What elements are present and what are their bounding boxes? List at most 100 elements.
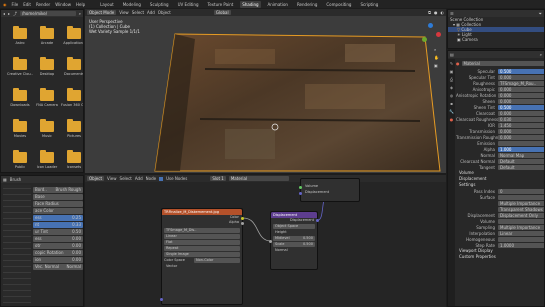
tab-uv-editing[interactable]: UV Editing bbox=[176, 1, 201, 8]
material-tab-icon[interactable]: ● bbox=[450, 117, 454, 122]
displacement-node[interactable]: Displacement Displacement Object Space H… bbox=[269, 211, 319, 270]
properties-search-icon[interactable]: ⌕ bbox=[540, 52, 542, 57]
menu-edit[interactable]: Edit bbox=[23, 2, 31, 7]
tab-texture-paint[interactable]: Texture Paint bbox=[205, 1, 235, 8]
outliner-icon[interactable]: ☰ bbox=[450, 11, 454, 16]
folder-icon[interactable] bbox=[67, 57, 81, 70]
pan-hand-icon[interactable]: ✋ bbox=[434, 55, 439, 60]
tab-shading[interactable]: Shading bbox=[240, 0, 261, 8]
tab-rendering[interactable]: Rendering bbox=[295, 1, 319, 8]
left-prop-row[interactable]: Vec. Normal Normal bbox=[33, 263, 83, 270]
left-prop-row[interactable]: nt 0.33 bbox=[33, 221, 83, 228]
property-value-field[interactable]: 0.000 bbox=[498, 86, 544, 92]
alpha-output-socket-icon[interactable] bbox=[241, 222, 244, 225]
folder-icon[interactable] bbox=[40, 26, 54, 39]
folder-icon[interactable] bbox=[40, 57, 54, 70]
output-tab-icon[interactable]: ⎙ bbox=[450, 77, 453, 82]
world-tab-icon[interactable]: ◍ bbox=[450, 93, 454, 98]
space-dropdown[interactable]: Object Space bbox=[273, 224, 315, 229]
color-output-socket-icon[interactable] bbox=[241, 217, 244, 220]
scale-field[interactable]: Scale 0.500 bbox=[273, 242, 315, 247]
volume-socket-icon[interactable] bbox=[299, 186, 302, 189]
menu-render[interactable]: Render bbox=[36, 2, 50, 7]
render-tab-icon[interactable]: ▣ bbox=[450, 69, 454, 74]
3d-viewport[interactable]: Object Mode View Select Add Object Globa… bbox=[85, 9, 446, 173]
camera-icon[interactable]: ▣ bbox=[434, 63, 439, 68]
color-space-dropdown[interactable]: Non-Color bbox=[194, 258, 240, 263]
modifier-tab-icon[interactable]: 🔧 bbox=[449, 109, 454, 114]
property-value-field[interactable]: 1.450 bbox=[498, 122, 544, 128]
folder-icon[interactable] bbox=[13, 119, 27, 132]
left-prop-row[interactable]: copic Rotation 0.00 bbox=[33, 249, 83, 256]
left-prop-row[interactable]: Base bbox=[33, 193, 83, 200]
property-value-field[interactable]: 0.000 bbox=[498, 110, 544, 116]
folder-icon[interactable] bbox=[67, 26, 81, 39]
node-editor[interactable]: Object View Select Add Node Use Nodes Sl… bbox=[85, 175, 446, 307]
property-value-field[interactable]: 0 bbox=[498, 188, 544, 194]
material-output-node[interactable]: Volume Displacement bbox=[299, 178, 360, 202]
tab-layout[interactable]: Layout bbox=[98, 1, 116, 8]
left-prop-row[interactable]: ion 0.00 bbox=[33, 256, 83, 263]
left-prop-row[interactable]: otr 0.00 bbox=[33, 242, 83, 249]
editor-type-icon[interactable]: ▦ bbox=[3, 177, 7, 182]
search-icon[interactable]: ⌕ bbox=[79, 11, 81, 16]
source-dropdown[interactable]: Single Image bbox=[164, 252, 240, 257]
folder-icon[interactable] bbox=[67, 88, 81, 101]
property-value-field[interactable]: Default bbox=[498, 158, 544, 164]
property-value-field[interactable]: 0.000 bbox=[498, 128, 544, 134]
property-value-field[interactable]: 0.030 bbox=[498, 116, 544, 122]
property-value-field[interactable]: Linear bbox=[498, 230, 544, 236]
left-prop-row[interactable]: ess 0.00 bbox=[33, 235, 83, 242]
property-value-field[interactable]: 0.000 bbox=[498, 92, 544, 98]
menu-window[interactable]: Window bbox=[55, 2, 71, 7]
tab-scripting[interactable]: Scripting bbox=[358, 1, 380, 8]
property-value-field[interactable]: 0.500 bbox=[498, 104, 544, 110]
gizmo-x-icon[interactable] bbox=[436, 32, 441, 37]
menu-help[interactable]: Help bbox=[76, 2, 85, 7]
extension-dropdown[interactable]: Repeat bbox=[164, 246, 240, 251]
navigation-gizmo[interactable] bbox=[420, 23, 442, 45]
scene-tab-icon[interactable]: ◈ bbox=[450, 85, 453, 90]
displacement-socket-icon[interactable] bbox=[299, 192, 302, 195]
property-value-field[interactable] bbox=[498, 218, 544, 224]
menu-file[interactable]: File bbox=[12, 2, 19, 7]
blender-logo-icon[interactable]: ◉ bbox=[3, 2, 7, 7]
folder-icon[interactable] bbox=[13, 26, 27, 39]
path-field[interactable]: /home/mike/ bbox=[20, 11, 76, 16]
height-input-socket-icon[interactable] bbox=[269, 240, 272, 243]
property-value-field[interactable]: 0.000 bbox=[498, 74, 544, 80]
property-value-field[interactable] bbox=[498, 194, 544, 200]
left-prop-row[interactable]: ess 0.25 bbox=[33, 214, 83, 221]
property-value-field[interactable]: Default bbox=[498, 164, 544, 170]
folder-icon[interactable] bbox=[67, 150, 81, 163]
properties-icon[interactable]: ▤ bbox=[450, 52, 454, 57]
zoom-icon[interactable]: ⌕ bbox=[434, 47, 439, 52]
tab-compositing[interactable]: Compositing bbox=[324, 1, 353, 8]
left-prop-row[interactable]: ur Tint 0.50 bbox=[33, 228, 83, 235]
tab-modeling[interactable]: Modeling bbox=[121, 1, 143, 8]
projection-dropdown[interactable]: Flat bbox=[164, 240, 240, 245]
folder-icon[interactable] bbox=[13, 57, 27, 70]
midlevel-field[interactable]: Midlevel 0.500 bbox=[273, 236, 315, 241]
folder-icon[interactable] bbox=[67, 119, 81, 132]
folder-icon[interactable] bbox=[40, 88, 54, 101]
property-value-field[interactable]: 0.000 bbox=[498, 98, 544, 104]
property-value-field[interactable] bbox=[498, 140, 544, 146]
back-icon[interactable]: ◂ bbox=[3, 11, 5, 16]
image-texture-node[interactable]: TRFinalize_M_Diskemement.jpg Color Alpha… bbox=[160, 208, 244, 305]
left-prop-row[interactable]: Bord.. Brush Rough bbox=[33, 186, 83, 193]
tab-sculpting[interactable]: Sculpting bbox=[148, 1, 171, 8]
folder-icon[interactable] bbox=[40, 150, 54, 163]
property-value-field[interactable]: TFSmage_M_Rou.. bbox=[498, 80, 544, 86]
vector-input-socket-icon[interactable] bbox=[160, 298, 163, 301]
left-prop-row[interactable]: Face Radius bbox=[33, 200, 83, 207]
textured-cube[interactable] bbox=[85, 9, 446, 173]
gizmo-y-icon[interactable] bbox=[422, 37, 427, 42]
property-value-field[interactable]: Transparent Shadows bbox=[498, 206, 544, 212]
property-value-field[interactable]: Multiple Importance bbox=[498, 224, 544, 230]
parent-dir-icon[interactable]: ⤴ bbox=[13, 11, 17, 17]
folder-icon[interactable] bbox=[13, 88, 27, 101]
outliner-item-camera[interactable]: ▣ Camera bbox=[448, 37, 544, 42]
section-custom-properties[interactable]: Custom Properties bbox=[456, 254, 544, 260]
tab-animation[interactable]: Animation bbox=[266, 1, 290, 8]
